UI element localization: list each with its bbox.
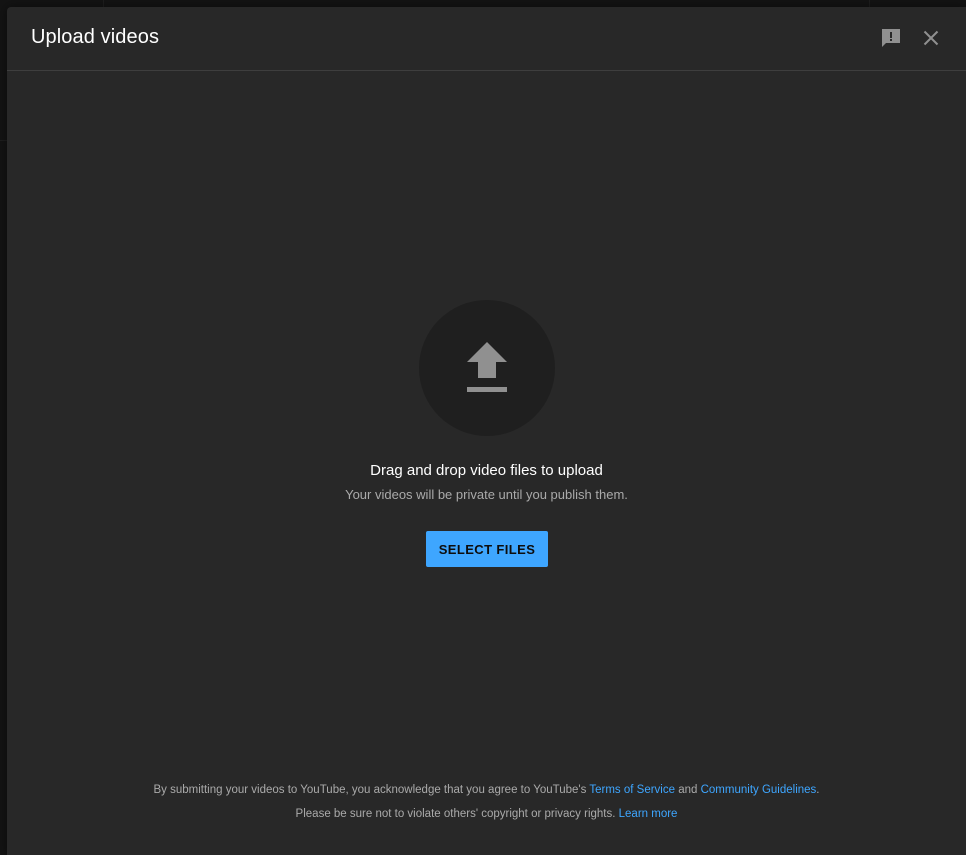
community-guidelines-link[interactable]: Community Guidelines <box>701 784 817 796</box>
feedback-icon[interactable] <box>879 26 903 50</box>
upload-dropzone[interactable] <box>419 300 555 436</box>
backdrop-divider-right <box>869 0 870 7</box>
terms-period: . <box>816 784 820 796</box>
drop-instructions: Drag and drop video files to upload <box>370 462 603 479</box>
upload-icon <box>467 342 507 392</box>
backdrop-divider-row <box>0 140 7 141</box>
backdrop-divider-left <box>103 0 104 7</box>
copyright-notice-text: Please be sure not to violate others' co… <box>295 808 616 820</box>
dialog-title: Upload videos <box>31 26 160 48</box>
upload-dialog: Upload videos Drag and drop video files … <box>7 7 966 855</box>
privacy-note: Your videos will be private until you pu… <box>345 487 628 502</box>
terms-notice: By submitting your videos to YouTube, yo… <box>7 784 966 796</box>
close-icon[interactable] <box>919 26 943 50</box>
terms-notice-text: By submitting your videos to YouTube, yo… <box>153 784 587 796</box>
terms-and-text: and <box>678 784 698 796</box>
select-files-button[interactable]: SELECT FILES <box>426 531 548 567</box>
learn-more-link[interactable]: Learn more <box>619 808 678 820</box>
copyright-notice: Please be sure not to violate others' co… <box>7 808 966 820</box>
terms-of-service-link[interactable]: Terms of Service <box>589 784 675 796</box>
dialog-header: Upload videos <box>7 7 966 71</box>
